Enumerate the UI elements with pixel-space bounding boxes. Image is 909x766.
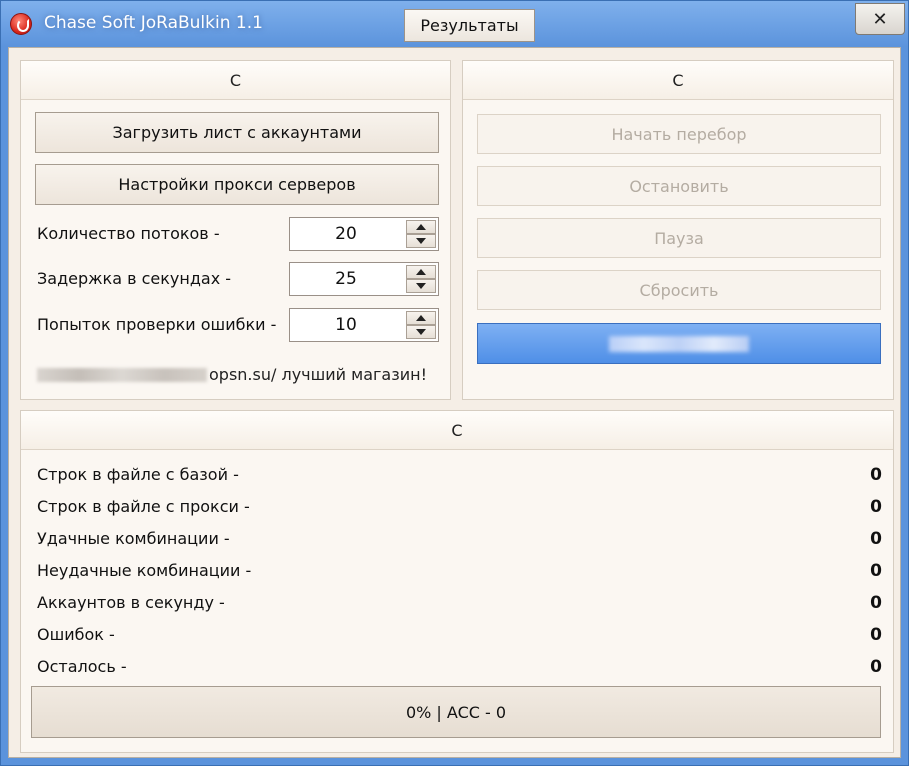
retries-down-arrow-icon[interactable]	[406, 325, 436, 339]
stats-panel: C Строк в файле с базой - 0 Строк в файл…	[20, 410, 894, 753]
threads-up-arrow-icon[interactable]	[406, 220, 436, 234]
stat-value: 0	[870, 561, 882, 581]
stat-label: Строк в файле с базой -	[37, 465, 239, 484]
stat-label: Удачные комбинации -	[37, 529, 230, 548]
stat-row: Удачные комбинации - 0	[37, 529, 882, 553]
results-button[interactable]: Результаты	[404, 9, 535, 42]
stat-row: Строк в файле с прокси - 0	[37, 497, 882, 521]
stat-value: 0	[870, 465, 882, 485]
control-panel: C Начать перебор Остановить Пауза Сброси…	[462, 60, 894, 400]
client-area: C Загрузить лист с аккаунтами Настройки …	[8, 47, 901, 758]
app-window: Chase Soft JoRaBulkin 1.1 Результаты ✕ C…	[0, 0, 909, 766]
retries-value[interactable]: 10	[290, 309, 402, 341]
delay-label: Задержка в секундах -	[37, 269, 232, 288]
redacted-text	[37, 367, 207, 382]
threads-stepper[interactable]: 20	[289, 217, 439, 251]
stat-value: 0	[870, 657, 882, 677]
retries-label: Попыток проверки ошибки -	[37, 315, 277, 334]
promo-link[interactable]: opsn.su/ лучший магазин!	[37, 365, 427, 384]
title-bar[interactable]: Chase Soft JoRaBulkin 1.1 Результаты ✕	[1, 1, 908, 47]
close-button[interactable]: ✕	[855, 3, 905, 35]
stat-row: Ошибок - 0	[37, 625, 882, 649]
stop-button[interactable]: Остановить	[477, 166, 881, 206]
stat-row: Строк в файле с базой - 0	[37, 465, 882, 489]
stat-row: Неудачные комбинации - 0	[37, 561, 882, 585]
start-button[interactable]: Начать перебор	[477, 114, 881, 154]
stat-label: Аккаунтов в секунду -	[37, 593, 225, 612]
control-panel-header: C	[463, 61, 893, 100]
retries-stepper[interactable]: 10	[289, 308, 439, 342]
stat-label: Неудачные комбинации -	[37, 561, 252, 580]
stat-row: Осталось - 0	[37, 657, 882, 681]
delay-down-arrow-icon[interactable]	[406, 279, 436, 293]
stat-label: Ошибок -	[37, 625, 115, 644]
load-accounts-button[interactable]: Загрузить лист с аккаунтами	[35, 112, 439, 153]
window-title: Chase Soft JoRaBulkin 1.1	[44, 13, 263, 33]
close-icon: ✕	[872, 8, 888, 30]
threads-value[interactable]: 20	[290, 218, 402, 250]
retries-up-arrow-icon[interactable]	[406, 311, 436, 325]
stat-value: 0	[870, 529, 882, 549]
stat-value: 0	[870, 625, 882, 645]
progress-status: 0% | ACC - 0	[31, 686, 881, 738]
threads-down-arrow-icon[interactable]	[406, 234, 436, 248]
pause-button[interactable]: Пауза	[477, 218, 881, 258]
promo-text: opsn.su/ лучший магазин!	[209, 365, 427, 384]
settings-panel-header: C	[21, 61, 450, 100]
stats-panel-header: C	[21, 411, 893, 450]
app-logo-icon	[10, 13, 32, 35]
stat-label: Осталось -	[37, 657, 127, 676]
primary-action-button[interactable]	[477, 323, 881, 364]
delay-up-arrow-icon[interactable]	[406, 265, 436, 279]
delay-stepper[interactable]: 25	[289, 262, 439, 296]
stat-label: Строк в файле с прокси -	[37, 497, 250, 516]
settings-panel: C Загрузить лист с аккаунтами Настройки …	[20, 60, 451, 400]
threads-label: Количество потоков -	[37, 224, 220, 243]
stat-value: 0	[870, 593, 882, 613]
reset-button[interactable]: Сбросить	[477, 270, 881, 310]
stat-row: Аккаунтов в секунду - 0	[37, 593, 882, 617]
delay-value[interactable]: 25	[290, 263, 402, 295]
stat-value: 0	[870, 497, 882, 517]
proxy-settings-button[interactable]: Настройки прокси серверов	[35, 164, 439, 205]
redacted-label	[609, 335, 749, 352]
